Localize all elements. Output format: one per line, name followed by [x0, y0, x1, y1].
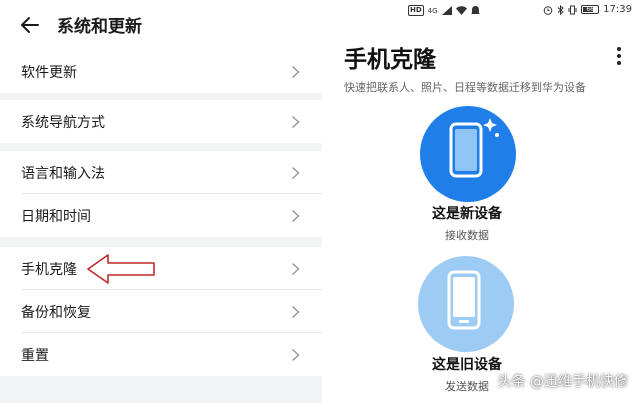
phone-clone-panel: HD 4G 66 17:39 手机克隆 快速把联系人、照片、日程等数据迁移到华为…: [322, 0, 640, 403]
chevron-right-icon: [291, 262, 300, 275]
chevron-right-icon: [291, 305, 300, 318]
bluetooth-icon: [557, 4, 564, 15]
new-device-subtitle: 接收数据: [445, 229, 489, 242]
settings-item-label: 系统导航方式: [21, 114, 105, 131]
old-device-button[interactable]: [418, 256, 514, 352]
settings-group: 语言和输入法 日期和时间: [0, 151, 322, 237]
battery-icon: 66: [581, 5, 600, 14]
new-device-title: 这是新设备: [432, 206, 502, 222]
clock-time: 17:39: [603, 4, 632, 15]
settings-item-label: 语言和输入法: [21, 165, 105, 182]
settings-item-phone-clone[interactable]: 手机克隆: [0, 247, 322, 290]
settings-group: 手机克隆 备份和恢复 重置: [0, 247, 322, 376]
status-right: 66 17:39: [543, 4, 632, 15]
settings-group: 系统导航方式: [0, 100, 322, 143]
status-left: HD 4G: [408, 5, 480, 16]
screen-title: 手机克隆: [344, 47, 436, 73]
phone-icon: [447, 270, 481, 330]
annotation-arrow-icon: [87, 254, 155, 284]
new-device-button[interactable]: [420, 106, 516, 202]
chevron-right-icon: [291, 65, 300, 78]
notification-icon: [470, 5, 480, 14]
wifi-icon: [455, 6, 467, 15]
settings-item-label: 软件更新: [21, 64, 77, 81]
phone-sparkle-icon: [449, 118, 499, 178]
settings-item-backup-restore[interactable]: 备份和恢复: [0, 290, 322, 333]
watermark: 头条 @迅维手机快修: [497, 374, 628, 390]
network-badge: 4G: [427, 6, 438, 15]
page-title: 系统和更新: [57, 17, 142, 37]
chevron-right-icon: [291, 166, 300, 179]
settings-item-label: 日期和时间: [21, 208, 91, 225]
settings-item-label: 手机克隆: [21, 261, 77, 278]
screen-subtitle: 快速把联系人、照片、日程等数据迁移到华为设备: [344, 81, 586, 94]
back-arrow-icon[interactable]: [18, 13, 42, 37]
vibrate-icon: [568, 5, 577, 14]
settings-header: 系统和更新: [0, 0, 322, 50]
settings-item-language-input[interactable]: 语言和输入法: [0, 151, 322, 194]
chevron-right-icon: [291, 348, 300, 361]
alarm-icon: [543, 5, 553, 15]
chevron-right-icon: [291, 209, 300, 222]
settings-group: 软件更新: [0, 50, 322, 93]
signal-icon: [441, 6, 452, 15]
settings-item-date-time[interactable]: 日期和时间: [0, 194, 322, 237]
hd-badge: HD: [408, 5, 424, 16]
settings-item-navigation[interactable]: 系统导航方式: [0, 100, 322, 143]
settings-item-reset[interactable]: 重置: [0, 333, 322, 376]
status-bar: HD 4G 66 17:39: [322, 0, 640, 22]
more-vertical-icon[interactable]: [616, 46, 622, 66]
settings-panel: 系统和更新 软件更新 系统导航方式 语言和输入法 日期和时间 手机克隆 备份和恢…: [0, 0, 322, 403]
settings-item-software-update[interactable]: 软件更新: [0, 50, 322, 93]
battery-level: 66: [586, 6, 594, 13]
settings-item-label: 备份和恢复: [21, 304, 91, 321]
settings-item-label: 重置: [21, 347, 49, 364]
chevron-right-icon: [291, 115, 300, 128]
